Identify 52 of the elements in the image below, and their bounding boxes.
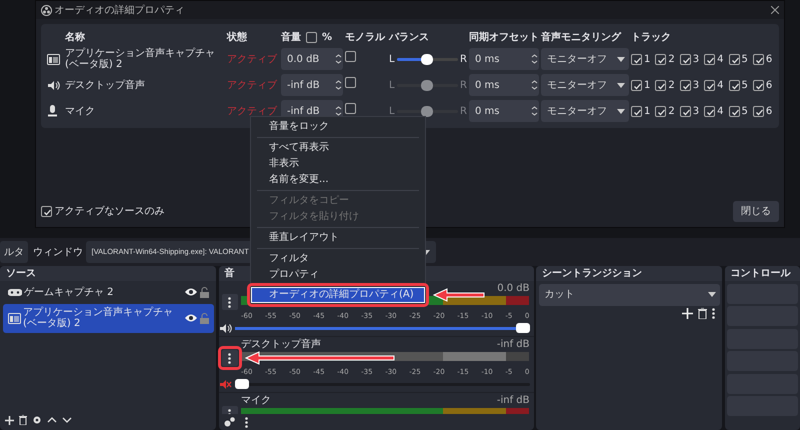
balance-left-label: L xyxy=(389,78,395,92)
balance-left-label: L xyxy=(389,104,395,118)
window-title: オーディオの詳細プロパティ xyxy=(54,4,186,18)
window-label: ウィンドウ xyxy=(33,246,83,260)
column-header: 同期オフセット xyxy=(469,30,539,44)
channel-name: マイク xyxy=(241,394,271,406)
dock-title: ソース xyxy=(0,266,216,281)
track-label: 5 xyxy=(742,52,748,66)
channel-name: デスクトップ音声 xyxy=(241,338,321,350)
track-label: 2 xyxy=(668,78,675,92)
balance-left-label: L xyxy=(389,52,395,66)
balance-right-label: R xyxy=(460,52,467,66)
column-header: 音声モニタリング xyxy=(541,30,622,44)
column-header: 状態 xyxy=(227,30,248,44)
track-label: 3 xyxy=(692,52,700,66)
status-label: アクティブ xyxy=(227,78,278,92)
db-reading: -inf dB xyxy=(496,338,530,350)
dock-title: シーントランジション xyxy=(536,266,722,281)
track-label: 3 xyxy=(692,104,700,118)
checkbox-label: アクティブなソースのみ xyxy=(54,204,164,219)
source-name: アプリケーション音声キャプチャ (ベータ版) 2 xyxy=(65,48,216,70)
column-header: 名称 xyxy=(65,30,86,44)
column-header: バランス xyxy=(389,30,430,44)
source-name: マイク xyxy=(65,106,96,116)
status-label: アクティブ xyxy=(227,104,278,118)
track-label: 4 xyxy=(717,104,724,118)
track-label: 1 xyxy=(644,104,650,118)
track-label: 1 xyxy=(644,78,650,92)
percent-label: % xyxy=(322,30,332,44)
track-label: 2 xyxy=(668,52,675,66)
track-label: 5 xyxy=(742,78,748,92)
column-header: トラック xyxy=(631,30,672,44)
column-header: モノラル xyxy=(345,30,386,44)
source-name: ゲームキャプチャ 2 xyxy=(24,286,115,298)
column-header: 音量 xyxy=(281,30,301,44)
balance-right-label: R xyxy=(460,104,467,118)
dock-title: コントロール xyxy=(724,266,800,281)
track-label: 1 xyxy=(644,52,650,66)
status-label: アクティブ xyxy=(227,52,278,66)
track-label: 6 xyxy=(766,104,772,118)
balance-right-label: R xyxy=(460,78,467,92)
db-reading: -inf dB xyxy=(496,394,530,406)
track-label: 4 xyxy=(717,52,724,66)
track-label: 4 xyxy=(717,78,724,92)
track-label: 3 xyxy=(692,78,700,92)
track-label: 6 xyxy=(766,52,772,66)
db-reading: 0.0 dB xyxy=(497,282,530,294)
track-label: 6 xyxy=(766,78,772,92)
track-label: 2 xyxy=(668,104,675,118)
source-name: アプリケーション音声キャプチャ (ベータ版) 2 xyxy=(23,306,174,330)
track-label: 5 xyxy=(742,104,748,118)
source-name: デスクトップ音声 xyxy=(65,80,146,90)
